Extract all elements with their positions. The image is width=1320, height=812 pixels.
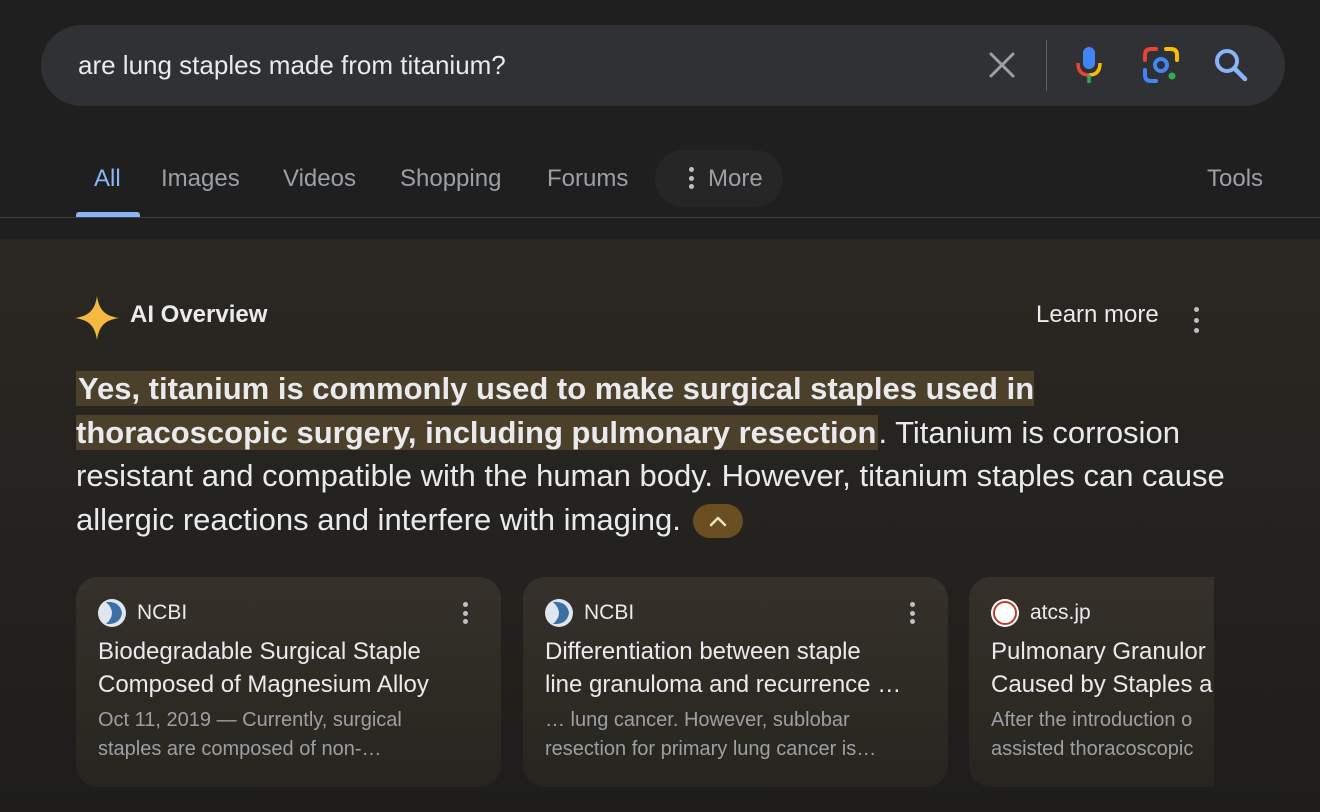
source-title: Pulmonary Granulor Caused by Staples a: [991, 635, 1214, 701]
source-title: Biodegradable Surgical Staple Composed o…: [98, 635, 493, 701]
tab-all[interactable]: All: [94, 140, 121, 217]
search-tabs: All Images Videos Shopping Forums More T…: [0, 140, 1320, 218]
search-input[interactable]: are lung staples made from titanium?: [78, 25, 506, 106]
source-name: atcs.jp: [1030, 601, 1091, 624]
source-title-line: Caused by Staples a: [991, 671, 1213, 698]
ncbi-logo-icon: [545, 599, 573, 627]
tab-shopping[interactable]: Shopping: [400, 140, 501, 217]
source-snippet-line: … lung cancer. However, sublobar: [545, 709, 850, 731]
active-tab-indicator: [76, 212, 140, 217]
tab-videos[interactable]: Videos: [283, 140, 356, 217]
ai-sparkle-icon: [75, 296, 119, 345]
source-snippet: Oct 11, 2019 — Currently, surgical stapl…: [98, 706, 493, 764]
ncbi-logo-icon: [98, 599, 126, 627]
source-snippet: After the introduction o assisted thorac…: [991, 706, 1214, 764]
ai-overview-title: AI Overview: [130, 301, 268, 328]
close-icon[interactable]: [982, 45, 1022, 85]
source-cards: NCBI Biodegradable Surgical Staple Compo…: [76, 577, 1214, 787]
tab-more[interactable]: More: [655, 150, 783, 207]
atcs-logo-icon: [991, 599, 1019, 627]
source-title: Differentiation between staple line gran…: [545, 635, 940, 701]
chevron-up-icon: [710, 517, 727, 527]
microphone-icon[interactable]: [1069, 45, 1109, 85]
lens-camera-icon[interactable]: [1141, 45, 1181, 85]
source-card[interactable]: atcs.jp Pulmonary Granulor Caused by Sta…: [969, 577, 1214, 787]
tab-forums[interactable]: Forums: [547, 140, 628, 217]
source-title-line: Pulmonary Granulor: [991, 638, 1206, 665]
tools-button[interactable]: Tools: [1207, 140, 1263, 217]
source-snippet-line: assisted thoracoscopic: [991, 738, 1194, 760]
source-name: NCBI: [584, 601, 635, 624]
source-snippet-line: After the introduction o: [991, 709, 1193, 731]
tab-more-label: More: [708, 165, 763, 192]
source-card[interactable]: NCBI Biodegradable Surgical Staple Compo…: [76, 577, 501, 787]
ai-overview-answer: Yes, titanium is commonly used to make s…: [76, 367, 1226, 541]
ai-overview-panel: AI Overview Learn more Yes, titanium is …: [0, 239, 1320, 812]
learn-more-link[interactable]: Learn more: [1036, 301, 1159, 329]
tab-images[interactable]: Images: [161, 140, 240, 217]
more-vert-icon: [686, 167, 696, 189]
card-menu-icon[interactable]: [460, 602, 470, 624]
source-snippet-line: Oct 11, 2019 — Currently, surgical: [98, 709, 402, 731]
search-bar[interactable]: are lung staples made from titanium?: [41, 25, 1285, 106]
search-icon[interactable]: [1211, 45, 1251, 85]
search-divider: [1046, 40, 1047, 91]
source-title-line: Differentiation between staple: [545, 638, 861, 665]
source-title-line: line granuloma and recurrence …: [545, 671, 902, 698]
source-title-line: Composed of Magnesium Alloy: [98, 671, 429, 698]
source-snippet: … lung cancer. However, sublobar resecti…: [545, 706, 940, 764]
card-menu-icon[interactable]: [907, 602, 917, 624]
source-snippet-line: staples are composed of non-…: [98, 738, 382, 760]
source-snippet-line: resection for primary lung cancer is…: [545, 738, 877, 760]
source-title-line: Biodegradable Surgical Staple: [98, 638, 421, 665]
source-card[interactable]: NCBI Differentiation between staple line…: [523, 577, 948, 787]
collapse-button[interactable]: [693, 504, 744, 539]
ai-overview-menu-icon[interactable]: [1191, 307, 1201, 333]
source-name: NCBI: [137, 601, 188, 624]
